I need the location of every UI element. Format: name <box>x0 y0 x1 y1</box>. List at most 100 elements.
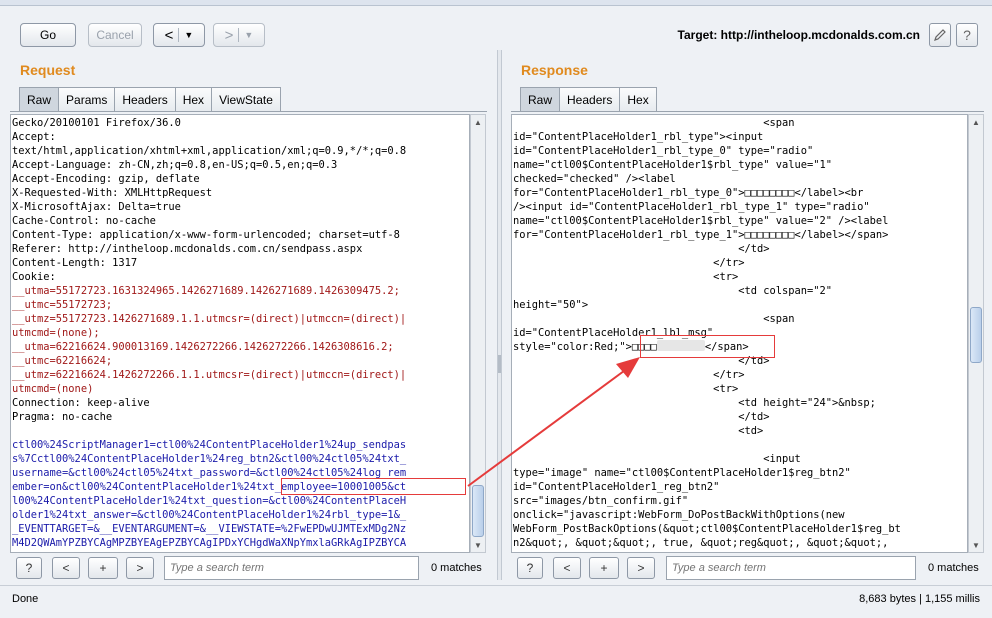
response-line: <input <box>513 453 801 465</box>
request-line: __utmz=55172723.1426271689.1.1.utmcsr=(d… <box>12 313 407 325</box>
response-line: onclick="javascript:WebForm_DoPostBackWi… <box>513 509 845 521</box>
request-search-help-button[interactable]: ? <box>16 557 42 579</box>
request-line: __utma=55172723.1631324965.1426271689.14… <box>12 285 400 297</box>
response-line: <td colspan="2" <box>513 285 833 297</box>
response-line: name="ctl00$ContentPlaceHolder1$rbl_type… <box>513 215 889 227</box>
tab-response-raw[interactable]: Raw <box>520 87 561 111</box>
response-line: </td> <box>513 243 770 255</box>
request-line: Cache-Control: no-cache <box>12 215 156 227</box>
request-title: Request <box>20 62 76 78</box>
go-button[interactable]: Go <box>20 23 76 47</box>
scroll-thumb[interactable] <box>970 307 982 363</box>
tab-request-hex[interactable]: Hex <box>174 87 213 111</box>
request-search-prev-button[interactable]: < <box>52 557 80 579</box>
tab-response-headers[interactable]: Headers <box>559 87 621 111</box>
scroll-down-icon[interactable]: ▼ <box>969 538 983 552</box>
cancel-button[interactable]: Cancel <box>88 23 142 47</box>
scroll-thumb[interactable] <box>472 485 484 537</box>
response-line: </tr> <box>513 369 745 381</box>
response-search-next-button[interactable]: > <box>627 557 655 579</box>
response-text[interactable]: <span id="ContentPlaceHolder1_rbl_type">… <box>512 115 967 550</box>
request-search-next-button[interactable]: > <box>126 557 154 579</box>
response-line: n2&quot;, &quot;&quot;, true, &quot;reg&… <box>513 537 889 549</box>
back-button[interactable]: < ▼ <box>153 23 205 47</box>
request-line: X-Requested-With: XMLHttpRequest <box>12 187 213 199</box>
request-line: older1%24txt_answer=&ctl00%24ContentPlac… <box>12 509 407 521</box>
tab-request-raw[interactable]: Raw <box>19 87 60 111</box>
forward-dropdown-icon[interactable]: ▼ <box>244 30 253 40</box>
response-line: WebForm_PostBackOptions(&quot;ctl00$Cont… <box>513 523 901 535</box>
response-editor[interactable]: <span id="ContentPlaceHolder1_rbl_type">… <box>511 114 968 553</box>
response-line: id="ContentPlaceHolder1_reg_btn2" <box>513 481 720 493</box>
response-tab-underline <box>511 111 984 112</box>
response-line: <td> <box>513 425 764 437</box>
scroll-down-icon[interactable]: ▼ <box>471 538 485 552</box>
response-line: <span <box>513 117 795 129</box>
back-arrow-icon: < <box>164 26 174 44</box>
response-search-input[interactable] <box>666 556 916 580</box>
status-bar: Done 8,683 bytes | 1,155 millis <box>0 585 992 618</box>
response-search-help-button[interactable]: ? <box>517 557 543 579</box>
back-dropdown-icon[interactable]: ▼ <box>184 30 193 40</box>
response-line: </tr> <box>513 257 745 269</box>
target-label: Target: http://intheloop.mcdonalds.com.c… <box>677 28 920 42</box>
response-line: id="ContentPlaceHolder1_rbl_type"><input <box>513 131 764 143</box>
response-tabs: Raw Headers Hex <box>520 87 657 111</box>
response-line: <td height="24">&nbsp; <box>513 397 876 409</box>
scroll-up-icon[interactable]: ▲ <box>969 115 983 129</box>
response-line: height="50"> <box>513 299 589 311</box>
request-line: Pragma: no-cache <box>12 411 113 423</box>
request-line: M4D2QWAmYPZBYCAgMPZBYEAgEPZBYCAgIPDxYCHg… <box>12 537 407 549</box>
request-line: Accept: <box>12 131 56 143</box>
edit-target-button[interactable] <box>929 23 951 47</box>
divider-grip[interactable] <box>498 355 501 373</box>
request-line: text/html,application/xhtml+xml,applicat… <box>12 145 407 157</box>
tab-request-params[interactable]: Params <box>58 87 116 111</box>
request-scrollbar[interactable]: ▲ ▼ <box>470 114 486 553</box>
request-line: Cookie: <box>12 271 56 283</box>
request-line: Content-Length: 1317 <box>12 257 138 269</box>
request-line: _EVENTTARGET=&__EVENTARGUMENT=&__VIEWSTA… <box>12 523 407 535</box>
request-line: utmcmd=(none); <box>12 327 100 339</box>
response-line: type="image" name="ctl00$ContentPlaceHol… <box>513 467 851 479</box>
request-line: Gecko/20100101 Firefox/36.0 <box>12 117 181 129</box>
response-line: </td> <box>513 411 770 423</box>
request-line: s%7Cctl00%24ContentPlaceHolder1%24reg_bt… <box>12 453 407 465</box>
tab-response-hex[interactable]: Hex <box>619 87 657 111</box>
request-search-add-button[interactable]: + <box>88 557 118 579</box>
request-line: ctl00%24ScriptManager1=ctl00%24ContentPl… <box>12 439 407 451</box>
response-line: for="ContentPlaceHolder1_rbl_type_0">□□□… <box>513 187 864 199</box>
forward-arrow-icon: > <box>224 26 234 44</box>
request-search-input[interactable] <box>164 556 419 580</box>
tab-request-viewstate[interactable]: ViewState <box>211 87 281 111</box>
request-match-count: 0 matches <box>431 562 482 574</box>
request-line: __utmz=62216624.1426272266.1.1.utmcsr=(d… <box>12 369 407 381</box>
tab-request-headers[interactable]: Headers <box>114 87 176 111</box>
request-line: l00%24ContentPlaceHolder1%24txt_question… <box>12 495 407 507</box>
request-tabs: Raw Params Headers Hex ViewState <box>19 87 281 111</box>
forward-button[interactable]: > ▼ <box>213 23 265 47</box>
response-line: for="ContentPlaceHolder1_rbl_type_1">□□□… <box>513 229 889 241</box>
help-icon: ? <box>963 27 971 43</box>
split-divider[interactable] <box>497 50 502 580</box>
response-line: <tr> <box>513 383 739 395</box>
request-line: __utma=62216624.900013169.1426272266.142… <box>12 341 394 353</box>
request-line: Accept-Encoding: gzip, deflate <box>12 173 200 185</box>
response-line: /><input id="ContentPlaceHolder1_rbl_typ… <box>513 201 870 213</box>
response-search-add-button[interactable]: + <box>589 557 619 579</box>
response-line: src="images/btn_confirm.gif" <box>513 495 689 507</box>
request-line: Referer: http://intheloop.mcdonalds.com.… <box>12 243 363 255</box>
scroll-up-icon[interactable]: ▲ <box>471 115 485 129</box>
pencil-icon <box>934 29 946 41</box>
request-line: Content-Type: application/x-www-form-url… <box>12 229 400 241</box>
response-line: <tr> <box>513 271 739 283</box>
response-line: <span <box>513 313 795 325</box>
help-button[interactable]: ? <box>956 23 978 47</box>
response-line: id="ContentPlaceHolder1_rbl_type_0" type… <box>513 145 814 157</box>
response-search-prev-button[interactable]: < <box>553 557 581 579</box>
request-line: Accept-Language: zh-CN,zh;q=0.8,en-US;q=… <box>12 159 338 171</box>
response-match-count: 0 matches <box>928 562 979 574</box>
message-prefix: style="color:Red;"> <box>513 341 632 353</box>
status-text: Done <box>12 593 39 605</box>
response-scrollbar[interactable]: ▲ ▼ <box>968 114 984 553</box>
